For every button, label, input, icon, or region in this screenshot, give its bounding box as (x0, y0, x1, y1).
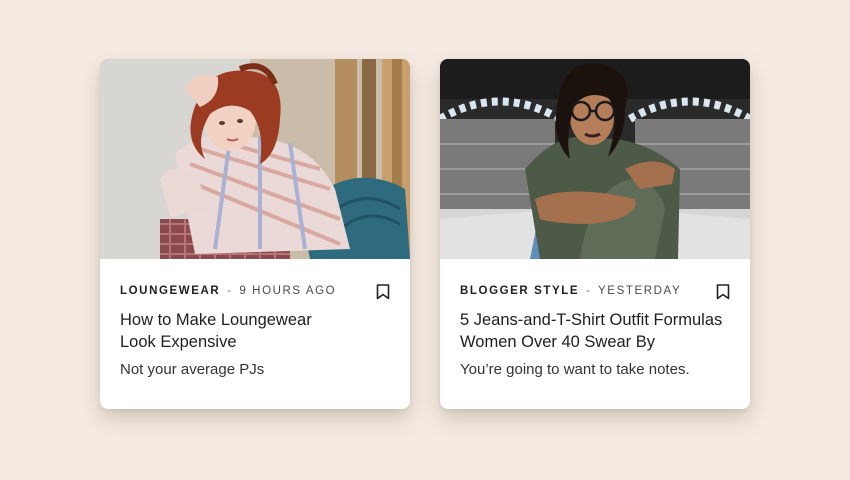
timestamp: 9 hours ago (239, 285, 337, 297)
bookmark-icon[interactable] (716, 284, 732, 302)
article-meta: Loungewear - 9 hours ago (120, 285, 336, 297)
article-image[interactable] (440, 59, 750, 259)
bookmark-icon[interactable] (376, 284, 392, 302)
article-title[interactable]: 5 Jeans-and-T-Shirt Outfit Formulas Wome… (460, 309, 740, 353)
article-card[interactable]: Blogger Style - Yesterday 5 Jeans-and-T-… (440, 59, 750, 409)
meta-separator: - (586, 285, 592, 297)
article-title[interactable]: How to Make Loungewear Look Expensive (120, 309, 335, 353)
meta-separator: - (227, 285, 233, 297)
article-meta: Blogger Style - Yesterday (460, 285, 681, 297)
article-card[interactable]: Loungewear - 9 hours ago How to Make Lou… (100, 59, 410, 409)
article-subtitle: You’re going to want to take notes. (460, 361, 690, 378)
category-label[interactable]: Loungewear (120, 285, 220, 297)
article-subtitle: Not your average PJs (120, 361, 265, 378)
timestamp: Yesterday (598, 285, 682, 297)
article-image[interactable] (100, 59, 410, 259)
category-label[interactable]: Blogger Style (460, 285, 579, 297)
